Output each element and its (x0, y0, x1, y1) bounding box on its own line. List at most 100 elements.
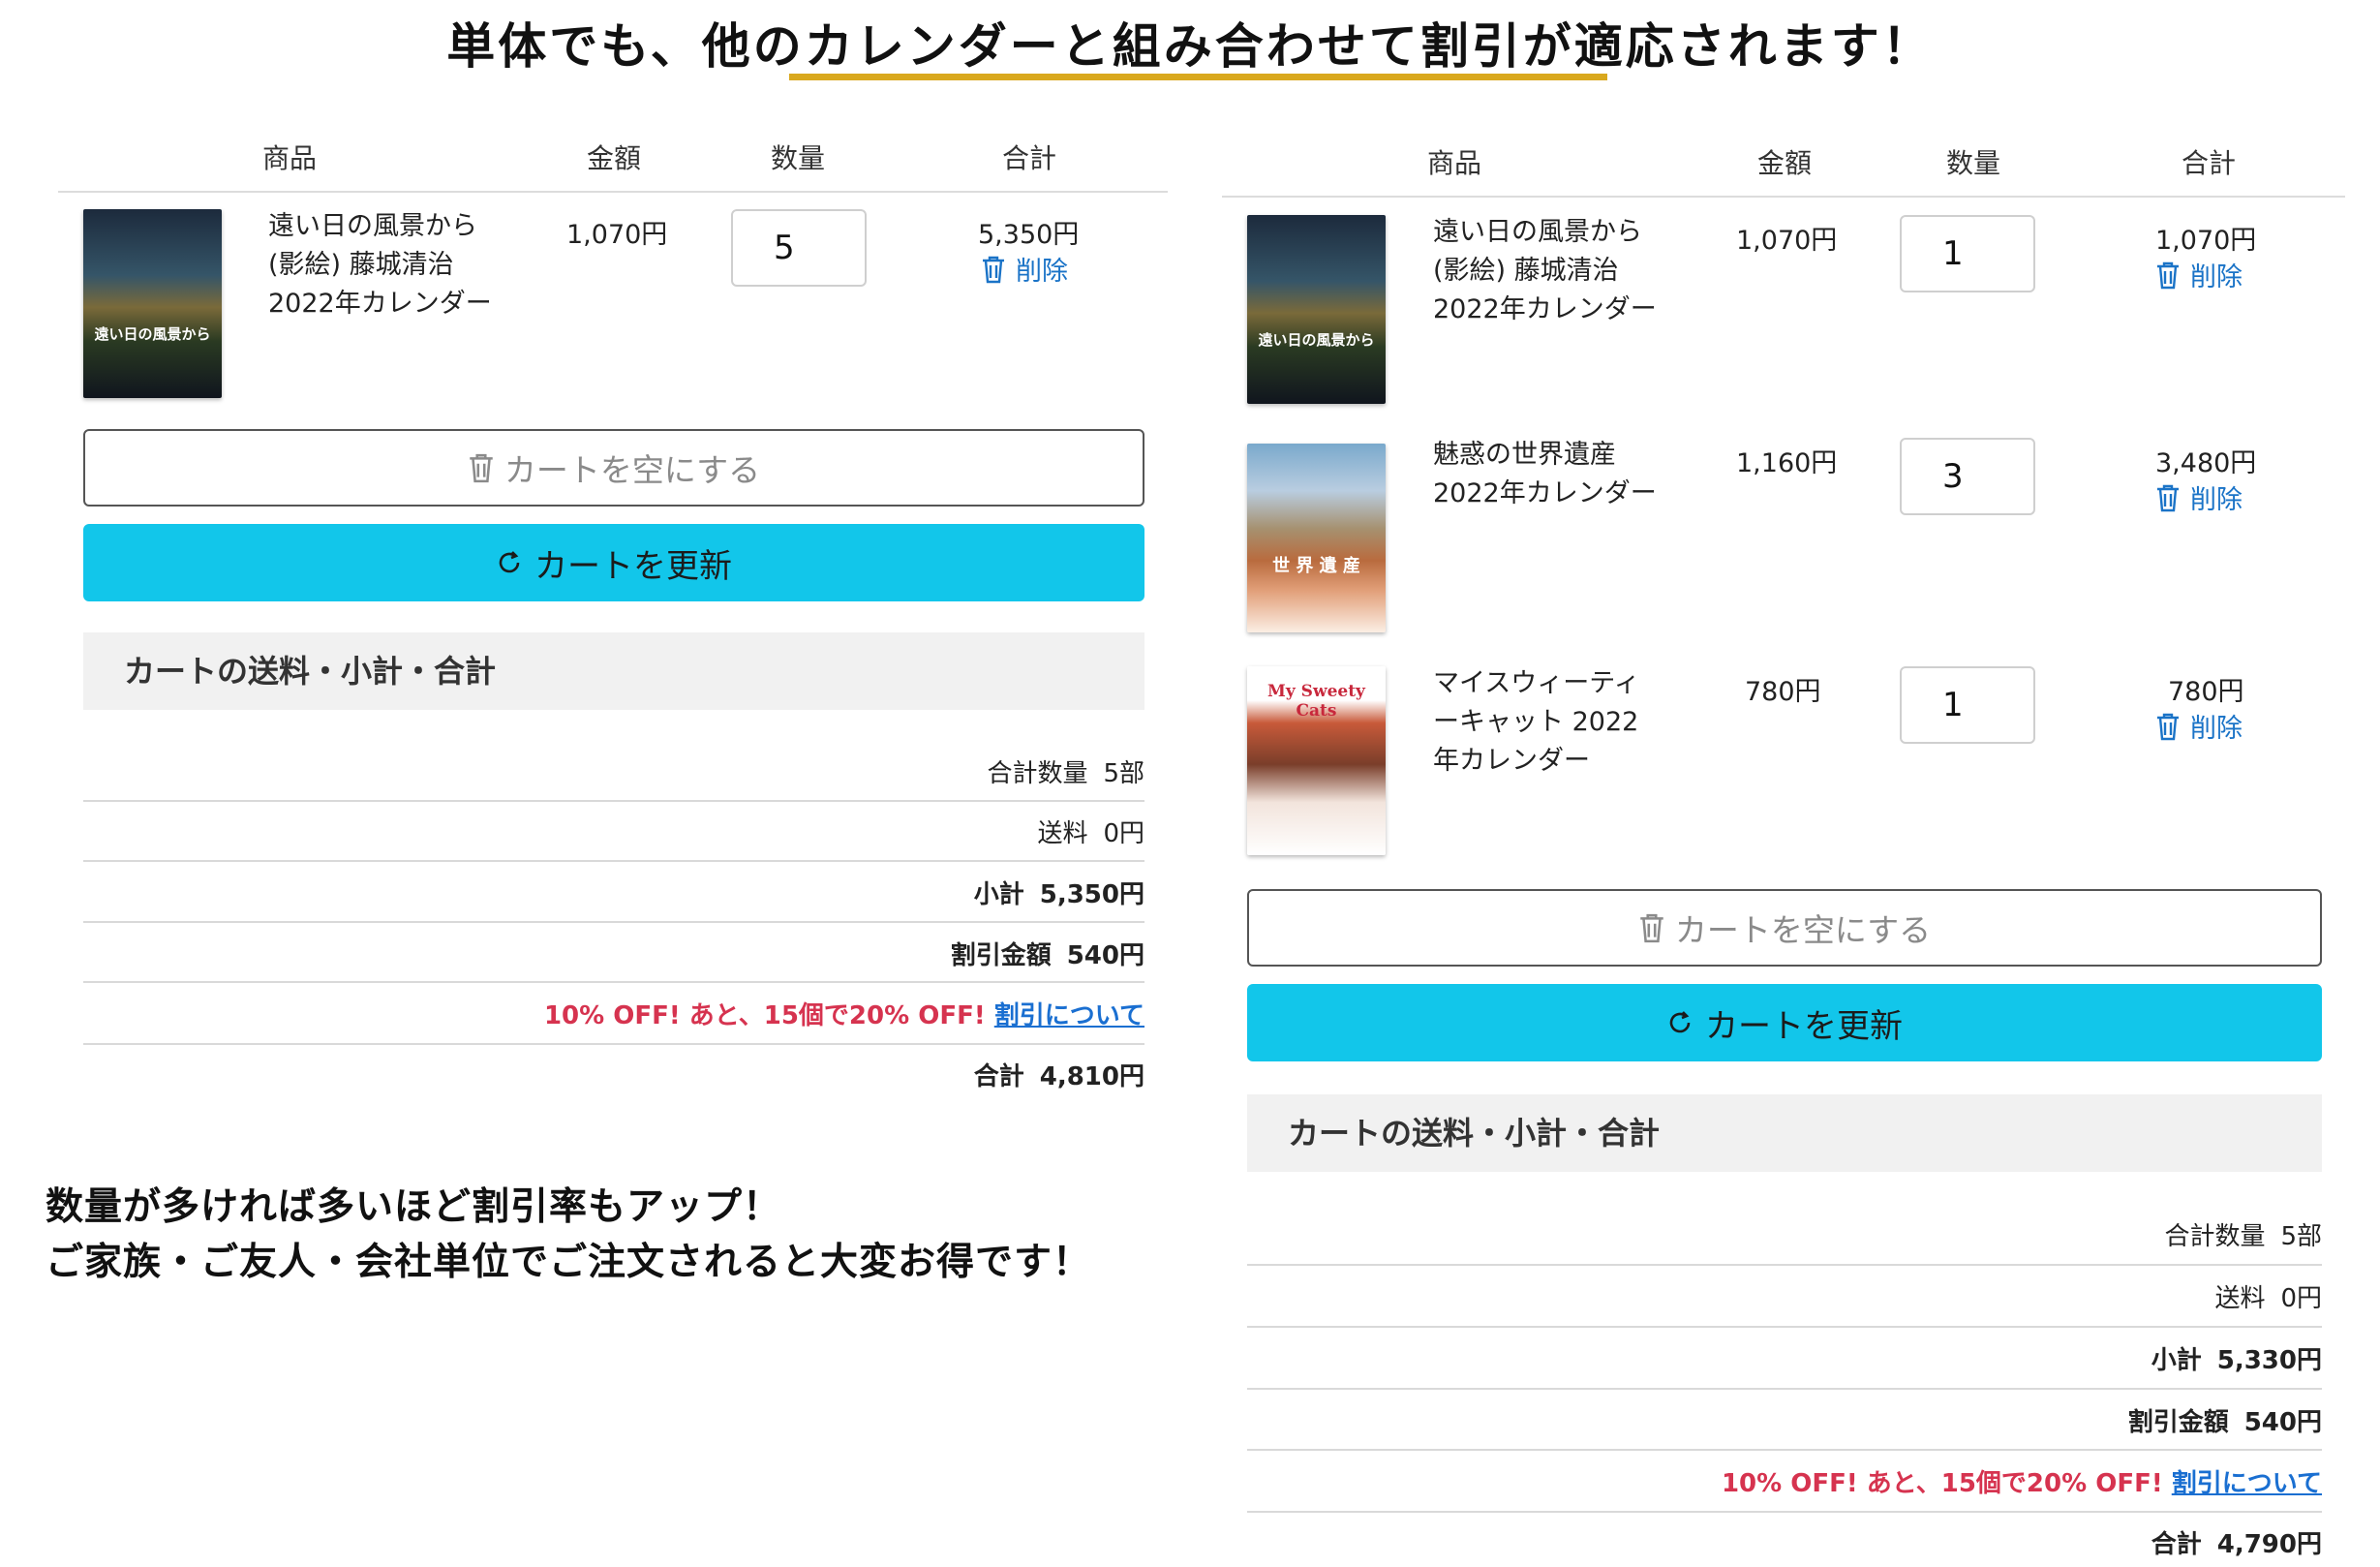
empty-cart-label: カートを空にする (503, 451, 761, 489)
quantity-input[interactable]: 5 (731, 209, 867, 287)
product-name[interactable]: 遠い日の風景から (影絵) 藤城清治 2022年カレンダー (1433, 213, 1657, 329)
product-name-line: ーキャット 2022 (1433, 707, 1639, 737)
product-image[interactable]: 遠い日の風景から (83, 209, 222, 398)
delete-link[interactable]: 削除 (2155, 256, 2243, 293)
row-value: 540円 (2243, 1408, 2322, 1437)
trash-icon (470, 453, 493, 483)
product-name-line: 2022年カレンダー (268, 289, 492, 319)
row-label: 割引金額 (2127, 1408, 2229, 1437)
col-header-product: 商品 (262, 142, 318, 174)
discount-info-link[interactable]: 割引について (994, 1001, 1144, 1030)
grand-total-row: 合計 4,790円 (1247, 1524, 2322, 1560)
product-image[interactable]: My Sweety Cats (1247, 666, 1386, 855)
col-header-price: 金額 (587, 142, 642, 174)
row-label: 送料 (2214, 1284, 2266, 1313)
shipping-row: 送料 0円 (1247, 1278, 2322, 1314)
product-name[interactable]: 遠い日の風景から (影絵) 藤城清治 2022年カレンダー (268, 207, 492, 323)
row-label: 小計 (973, 880, 1024, 909)
row-value: 5,330円 (2216, 1346, 2322, 1375)
product-image[interactable]: 世 界 遺 産 (1247, 444, 1386, 632)
col-header-total: 合計 (1002, 142, 1057, 174)
product-name-line: 遠い日の風景から (1433, 217, 1642, 247)
update-cart-button[interactable]: カートを更新 (83, 524, 1144, 601)
row-divider (83, 860, 1144, 862)
delete-label: 削除 (2190, 714, 2243, 744)
col-header-total: 合計 (2182, 147, 2237, 179)
unit-price: 1,070円 (566, 220, 668, 250)
product-name-line: (影絵) 藤城清治 (1433, 256, 1619, 286)
row-label: 小計 (2151, 1346, 2202, 1375)
empty-cart-button[interactable]: カートを空にする (83, 429, 1144, 507)
total-quantity-row: 合計数量 5部 (1247, 1216, 2322, 1252)
delete-label: 削除 (1016, 257, 1068, 287)
quantity-input[interactable]: 1 (1900, 215, 2035, 292)
promo-note-line: 数量が多ければ多いほど割引率もアップ！ (46, 1185, 782, 1229)
trash-icon (2157, 484, 2179, 511)
row-divider (83, 800, 1144, 802)
row-label: 合計数量 (987, 759, 1088, 788)
row-value: 5部 (2280, 1222, 2322, 1251)
trash-icon (2157, 261, 2179, 289)
cover-title: 遠い日の風景から (1258, 331, 1375, 349)
promo-text: 10% OFF! あと、15個で20% OFF! (543, 1001, 986, 1030)
delete-label: 削除 (2190, 262, 2243, 292)
row-label: 合計 (973, 1062, 1024, 1091)
row-label: 送料 (1037, 819, 1088, 848)
product-image[interactable]: 遠い日の風景から (1247, 215, 1386, 404)
row-value: 0円 (2280, 1284, 2322, 1313)
empty-cart-button[interactable]: カートを空にする (1247, 889, 2322, 967)
cover-title: 世 界 遺 産 (1272, 556, 1360, 576)
line-subtotal: 780円 (2168, 677, 2244, 707)
row-divider (1247, 1449, 2322, 1451)
update-cart-button[interactable]: カートを更新 (1247, 984, 2322, 1061)
row-divider (1247, 1511, 2322, 1513)
header-divider (58, 191, 1168, 193)
delete-link[interactable]: 削除 (2155, 478, 2243, 516)
cover-title: 遠い日の風景から (94, 325, 211, 343)
discount-info-link[interactable]: 割引について (2172, 1469, 2322, 1498)
discount-promo: 10% OFF! あと、15個で20% OFF! 割引について (1247, 1463, 2322, 1499)
col-header-price: 金額 (1757, 147, 1813, 179)
row-divider (1247, 1264, 2322, 1266)
product-name-line: 2022年カレンダー (1433, 294, 1657, 324)
col-header-product: 商品 (1427, 147, 1482, 179)
row-divider (83, 921, 1144, 923)
row-label: 合計 (2151, 1530, 2202, 1559)
delete-link[interactable]: 削除 (2155, 707, 2243, 745)
quantity-input[interactable]: 3 (1900, 438, 2035, 515)
line-subtotal: 1,070円 (2155, 226, 2257, 256)
product-name-line: マイスウィーティ (1433, 668, 1640, 698)
delete-link[interactable]: 削除 (981, 250, 1068, 288)
cart-totals-heading: カートの送料・小計・合計 (1247, 1094, 2322, 1172)
unit-price: 780円 (1745, 677, 1821, 707)
header-divider (1222, 196, 2345, 198)
cart-totals-heading: カートの送料・小計・合計 (83, 632, 1144, 710)
product-name[interactable]: 魅惑の世界遺産 2022年カレンダー (1433, 436, 1657, 513)
promo-text: 10% OFF! あと、15個で20% OFF! (1721, 1469, 2163, 1498)
trash-icon (1640, 913, 1663, 943)
product-name-line: 遠い日の風景から (268, 211, 477, 241)
product-name-line: 2022年カレンダー (1433, 478, 1657, 508)
discount-promo: 10% OFF! あと、15個で20% OFF! 割引について (83, 996, 1144, 1031)
row-value: 5,350円 (1039, 880, 1144, 909)
row-value: 540円 (1066, 941, 1144, 970)
row-divider (1247, 1326, 2322, 1328)
unit-price: 1,160円 (1736, 448, 1838, 478)
product-name[interactable]: マイスウィーティ ーキャット 2022 年カレンダー (1433, 664, 1640, 781)
trash-icon (2157, 713, 2179, 740)
quantity-input[interactable]: 1 (1900, 666, 2035, 744)
product-name-line: 魅惑の世界遺産 (1433, 440, 1616, 470)
update-cart-label: カートを更新 (534, 546, 732, 586)
row-label: 合計数量 (2164, 1222, 2266, 1251)
cover-title: My Sweety Cats (1267, 682, 1365, 721)
update-cart-label: カートを更新 (1705, 1006, 1903, 1046)
product-name-line: (影絵) 藤城清治 (268, 250, 454, 280)
line-subtotal: 3,480円 (2155, 448, 2257, 478)
row-divider (1247, 1388, 2322, 1390)
row-value: 5部 (1103, 759, 1144, 788)
row-value: 0円 (1103, 819, 1144, 848)
row-divider (83, 981, 1144, 983)
total-quantity-row: 合計数量 5部 (83, 753, 1144, 789)
row-value: 4,810円 (1039, 1062, 1144, 1091)
empty-cart-label: カートを空にする (1674, 911, 1932, 949)
